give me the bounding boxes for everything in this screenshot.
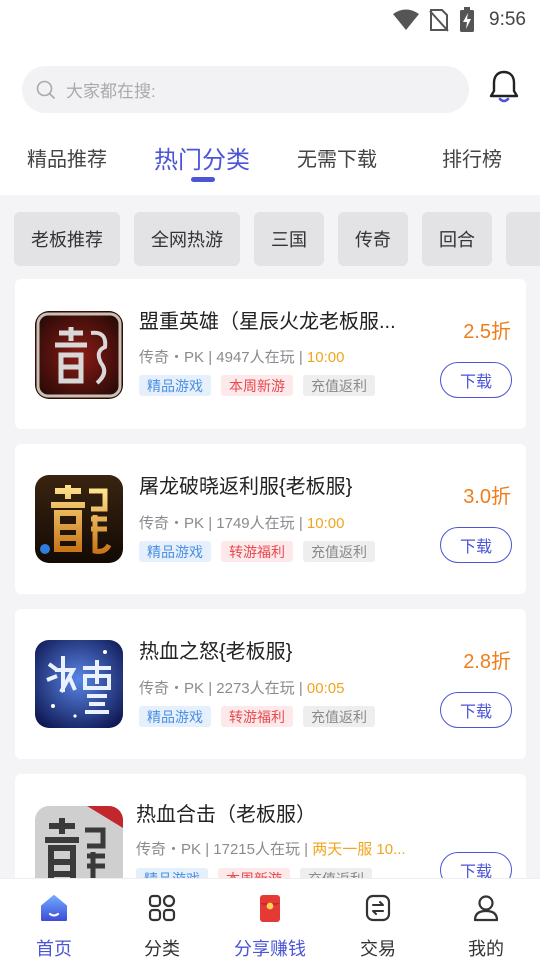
chip-more[interactable]	[506, 212, 540, 266]
nav-label: 分享赚钱	[234, 939, 306, 959]
game-tags: 精品游戏 转游福利 充值返利	[139, 706, 375, 727]
nav-category[interactable]: 分类	[108, 879, 216, 960]
game-list-area[interactable]: 老板推荐 全网热游 三国 传奇 回合 盟重英雄（星辰火龙老板服... 传奇・PK…	[0, 195, 540, 880]
game-card[interactable]: 盟重英雄（星辰火龙老板服... 传奇・PK | 4947人在玩 | 10:00 …	[15, 279, 526, 429]
game-card[interactable]: 热血合击（老板服） 传奇・PK | 17215人在玩 | 两天一服 10... …	[15, 774, 526, 880]
home-icon	[41, 895, 67, 921]
download-button[interactable]: 下载	[440, 852, 512, 880]
category-chips: 老板推荐 全网热游 三国 传奇 回合	[14, 212, 540, 266]
tag: 充值返利	[303, 375, 375, 396]
chip-hot-games[interactable]: 全网热游	[134, 212, 240, 266]
game-title: 屠龙破晓返利服{老板服}	[139, 476, 353, 498]
discount-label: 2.5折	[463, 321, 511, 343]
nav-label: 首页	[36, 939, 72, 959]
tag: 精品游戏	[139, 706, 211, 727]
no-sim-icon	[429, 9, 449, 32]
game-title: 热血合击（老板服）	[136, 804, 316, 826]
bell-icon[interactable]	[488, 69, 520, 105]
chip-boss-recommend[interactable]: 老板推荐	[14, 212, 120, 266]
nav-label: 交易	[360, 939, 396, 959]
battery-charging-icon	[460, 7, 475, 32]
wifi-icon	[393, 9, 420, 30]
game-card[interactable]: 热血之怒{老板服} 传奇・PK | 2273人在玩 | 00:05 精品游戏 转…	[15, 609, 526, 759]
nav-home[interactable]: 首页	[0, 879, 108, 960]
tag: 充值返利	[303, 541, 375, 562]
chip-turn-based[interactable]: 回合	[422, 212, 492, 266]
tag: 转游福利	[221, 706, 293, 727]
golden-dragon-game-icon	[35, 475, 123, 563]
search-input[interactable]: 大家都在搜:	[22, 66, 469, 113]
bottom-nav: 首页 分类 分享赚钱 交易 我的	[0, 878, 540, 960]
tag: 转游福利	[221, 541, 293, 562]
nav-label: 分类	[144, 939, 180, 959]
game-tags: 精品游戏 本周新游 充值返利	[139, 375, 375, 396]
nav-share-earn[interactable]: 分享赚钱	[216, 879, 324, 960]
category-tabs: 精品推荐 热门分类 无需下载 排行榜	[0, 132, 540, 187]
tag: 充值返利	[303, 706, 375, 727]
tab-indicator	[191, 177, 215, 182]
download-button[interactable]: 下载	[440, 362, 512, 398]
game-title: 盟重英雄（星辰火龙老板服...	[139, 311, 396, 333]
download-button[interactable]: 下载	[440, 527, 512, 563]
dragon-game-icon	[35, 311, 123, 399]
tab-ranking[interactable]: 排行榜	[442, 143, 502, 172]
tag: 精品游戏	[139, 375, 211, 396]
search-placeholder: 大家都在搜:	[66, 82, 156, 101]
game-meta: 传奇・PK | 17215人在玩 | 两天一服 10...	[136, 841, 406, 858]
trade-icon	[365, 894, 391, 922]
game-card[interactable]: 屠龙破晓返利服{老板服} 传奇・PK | 1749人在玩 | 10:00 精品游…	[15, 444, 526, 594]
profile-icon	[473, 895, 499, 922]
game-meta: 传奇・PK | 2273人在玩 | 00:05	[139, 680, 345, 697]
game-tags: 精品游戏 转游福利 充值返利	[139, 541, 375, 562]
status-bar: 9:56	[0, 0, 540, 40]
download-button[interactable]: 下载	[440, 692, 512, 728]
tag: 本周新游	[221, 375, 293, 396]
tab-featured[interactable]: 精品推荐	[27, 143, 107, 172]
search-icon	[36, 80, 55, 99]
game-meta: 传奇・PK | 4947人在玩 | 10:00	[139, 349, 345, 366]
chip-three-kingdoms[interactable]: 三国	[254, 212, 324, 266]
nav-label: 我的	[468, 939, 504, 959]
nav-profile[interactable]: 我的	[432, 879, 540, 960]
status-time: 9:56	[489, 9, 526, 30]
game-meta: 传奇・PK | 1749人在玩 | 10:00	[139, 515, 345, 532]
discount-label: 2.8折	[463, 651, 511, 673]
stone-dragon-game-icon	[35, 806, 123, 880]
ice-snow-game-icon	[35, 640, 123, 728]
tab-no-download[interactable]: 无需下载	[297, 143, 377, 172]
red-envelope-icon	[260, 895, 280, 922]
tag: 精品游戏	[139, 541, 211, 562]
tab-hot-categories[interactable]: 热门分类	[154, 140, 250, 175]
nav-trade[interactable]: 交易	[324, 879, 432, 960]
chip-legend[interactable]: 传奇	[338, 212, 408, 266]
grid-icon	[148, 894, 176, 922]
game-title: 热血之怒{老板服}	[139, 641, 293, 663]
discount-label: 3.0折	[463, 486, 511, 508]
